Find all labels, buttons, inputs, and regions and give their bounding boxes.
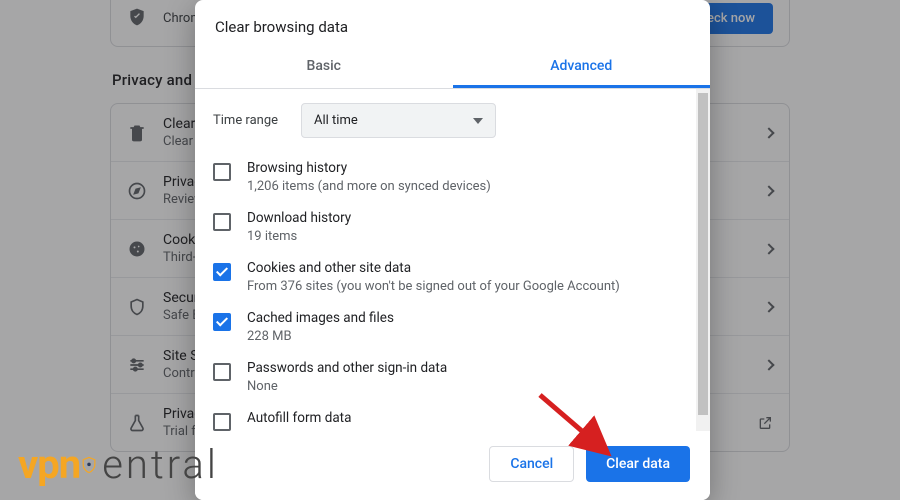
- scrollbar[interactable]: [696, 89, 710, 431]
- time-range-select[interactable]: All time: [301, 103, 496, 138]
- checkbox[interactable]: [213, 363, 231, 381]
- checkbox[interactable]: [213, 263, 231, 281]
- option-passwords[interactable]: Passwords and other sign-in data None: [213, 352, 692, 402]
- watermark-part2: entral: [102, 441, 219, 488]
- option-cache[interactable]: Cached images and files 228 MB: [213, 302, 692, 352]
- checkbox[interactable]: [213, 163, 231, 181]
- tab-advanced[interactable]: Advanced: [453, 46, 711, 88]
- time-range-value: All time: [314, 113, 358, 128]
- option-sub: 228 MB: [247, 329, 692, 344]
- option-sub: From 376 sites (you won't be signed out …: [247, 279, 692, 294]
- dialog-body: Time range All time Browsing history 1,20…: [195, 89, 696, 431]
- watermark-part1: vpn: [18, 441, 80, 488]
- option-sub: None: [247, 379, 692, 394]
- option-sub: 1,206 items (and more on synced devices): [247, 179, 692, 194]
- time-range-label: Time range: [213, 113, 285, 128]
- option-title: Autofill form data: [247, 410, 692, 426]
- option-title: Download history: [247, 210, 692, 226]
- checkbox[interactable]: [213, 213, 231, 231]
- scrollbar-thumb[interactable]: [698, 93, 708, 415]
- tab-basic[interactable]: Basic: [195, 46, 453, 88]
- option-title: Cached images and files: [247, 310, 692, 326]
- option-autofill[interactable]: Autofill form data: [213, 402, 692, 431]
- watermark-logo: vpn entral: [18, 441, 219, 488]
- option-sub: 19 items: [247, 229, 692, 244]
- option-title: Browsing history: [247, 160, 692, 176]
- option-download-history[interactable]: Download history 19 items: [213, 202, 692, 252]
- time-range-row: Time range All time: [213, 103, 692, 138]
- option-title: Cookies and other site data: [247, 260, 692, 276]
- checkbox[interactable]: [213, 413, 231, 431]
- clear-data-button[interactable]: Clear data: [586, 446, 690, 482]
- option-title: Passwords and other sign-in data: [247, 360, 692, 376]
- dialog-footer: Cancel Clear data: [195, 431, 710, 500]
- option-cookies[interactable]: Cookies and other site data From 376 site…: [213, 252, 692, 302]
- clear-browsing-data-dialog: Clear browsing data Basic Advanced Time …: [195, 0, 710, 500]
- checkbox[interactable]: [213, 313, 231, 331]
- dialog-tabs: Basic Advanced: [195, 46, 710, 88]
- chevron-down-icon: [473, 118, 483, 124]
- option-browsing-history[interactable]: Browsing history 1,206 items (and more on…: [213, 152, 692, 202]
- shield-small-icon: [82, 456, 96, 474]
- cancel-button[interactable]: Cancel: [489, 446, 574, 482]
- dialog-title: Clear browsing data: [195, 0, 710, 46]
